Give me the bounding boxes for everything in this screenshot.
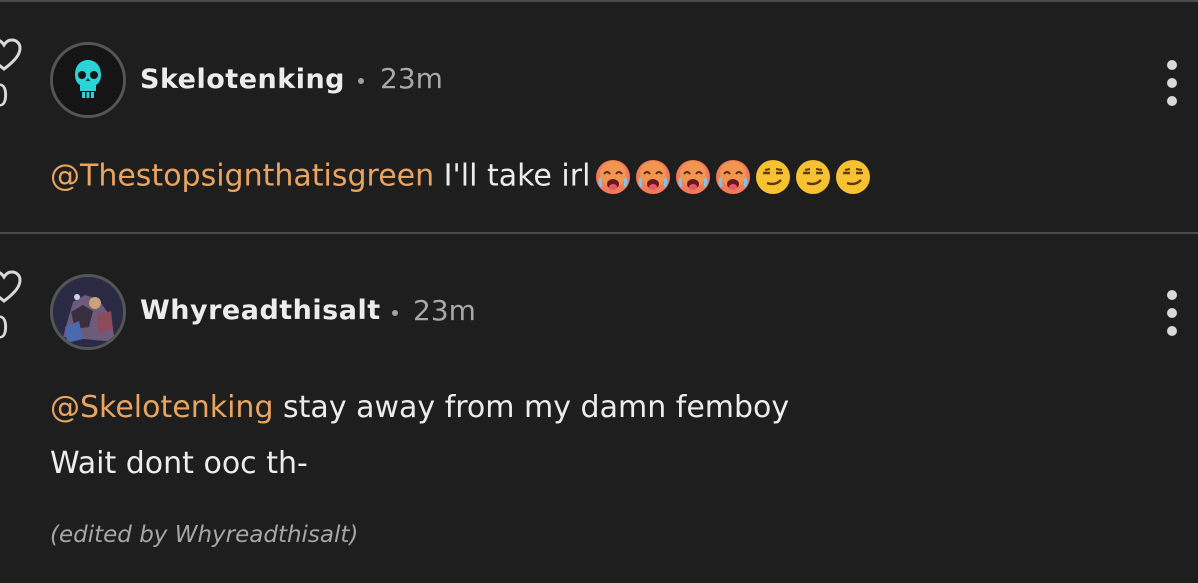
comment-text: I'll take irl bbox=[434, 158, 591, 194]
smirk-face-icon bbox=[796, 160, 831, 194]
avatar[interactable] bbox=[50, 274, 126, 350]
separator-dot bbox=[358, 78, 364, 84]
comment-body: @Skelotenking stay away from my damn fem… bbox=[50, 390, 789, 425]
comment-body-line-2: Wait dont ooc th- bbox=[50, 446, 308, 481]
emoji-row bbox=[594, 158, 874, 196]
comment-text: stay away from my damn femboy bbox=[273, 390, 790, 425]
hot-face-tears-icon bbox=[636, 160, 671, 194]
edited-note: (edited by Whyreadthisalt) bbox=[50, 522, 359, 548]
comment-body: @Thestopsignthatisgreen I'll take irl bbox=[50, 158, 874, 196]
smirk-face-icon bbox=[836, 160, 871, 194]
more-options-icon[interactable] bbox=[1160, 290, 1184, 336]
comment-author[interactable]: Skelotenking bbox=[140, 64, 345, 95]
comment-item: 0 Whyreadthisalt 23m @Skelotenking stay … bbox=[0, 234, 1198, 583]
comment-timestamp: 23m bbox=[413, 294, 476, 327]
heart-icon[interactable] bbox=[0, 270, 22, 304]
like-count: 0 bbox=[0, 314, 9, 344]
user-artwork-avatar bbox=[53, 277, 123, 347]
comment-author[interactable]: Whyreadthisalt bbox=[140, 295, 381, 326]
user-mention[interactable]: @Thestopsignthatisgreen bbox=[50, 159, 434, 194]
more-options-icon[interactable] bbox=[1160, 60, 1184, 106]
skull-icon bbox=[53, 45, 123, 115]
hot-face-tears-icon bbox=[676, 160, 711, 194]
comment-timestamp: 23m bbox=[380, 62, 443, 95]
comment-item: 0 Skelotenking 23m @Thestopsignthatisgre… bbox=[0, 0, 1198, 232]
like-count: 0 bbox=[0, 82, 9, 112]
hot-face-tears-icon bbox=[716, 160, 751, 194]
heart-icon[interactable] bbox=[0, 38, 22, 72]
hot-face-tears-icon bbox=[596, 160, 631, 194]
smirk-face-icon bbox=[756, 160, 791, 194]
user-mention[interactable]: @Skelotenking bbox=[50, 390, 274, 425]
avatar[interactable] bbox=[50, 42, 126, 118]
separator-dot bbox=[392, 310, 398, 316]
